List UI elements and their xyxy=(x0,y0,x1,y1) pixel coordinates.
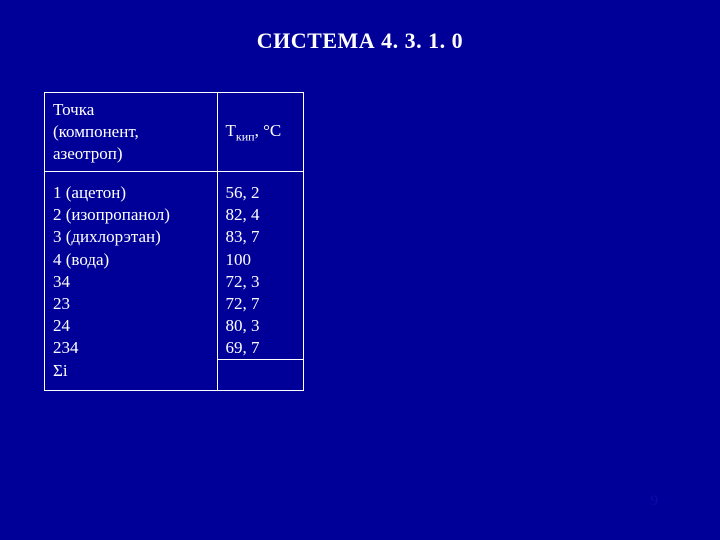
cell-point: 2 (изопропанол) xyxy=(45,204,217,226)
cell-tboil: 72, 3 xyxy=(217,271,303,293)
table-row: 4 (вода) 100 xyxy=(45,249,303,271)
table-row: 23 72, 7 xyxy=(45,293,303,315)
header-col2-prefix: Т xyxy=(226,121,236,140)
cell-sigma: Σi xyxy=(45,360,217,390)
cell-tboil: 100 xyxy=(217,249,303,271)
cell-tboil: 80, 3 xyxy=(217,315,303,337)
table-row: 24 80, 3 xyxy=(45,315,303,337)
cell-tboil: 69, 7 xyxy=(217,337,303,360)
table-row-sigma: Σi xyxy=(45,360,303,390)
cell-point: 1 (ацетон) xyxy=(45,172,217,205)
cell-point: 234 xyxy=(45,337,217,360)
table-header-row: Точка (компонент, азеотроп) Ткип, °C xyxy=(45,93,303,172)
table-row: 2 (изопропанол) 82, 4 xyxy=(45,204,303,226)
cell-sigma-val xyxy=(217,360,303,390)
data-table: Точка (компонент, азеотроп) Ткип, °C 1 (… xyxy=(44,92,304,391)
cell-point: 23 xyxy=(45,293,217,315)
cell-point: 3 (дихлорэтан) xyxy=(45,226,217,248)
cell-point: 34 xyxy=(45,271,217,293)
table-row: 234 69, 7 xyxy=(45,337,303,360)
header-col2-sub: кип xyxy=(236,129,255,143)
cell-tboil: 72, 7 xyxy=(217,293,303,315)
header-col1-line2: (компонент, xyxy=(53,121,211,143)
table-row: 1 (ацетон) 56, 2 xyxy=(45,172,303,205)
table-row: 3 (дихлорэтан) 83, 7 xyxy=(45,226,303,248)
page-title: СИСТЕМА 4. 3. 1. 0 xyxy=(0,28,720,54)
cell-tboil: 83, 7 xyxy=(217,226,303,248)
cell-point: 4 (вода) xyxy=(45,249,217,271)
cell-tboil: 82, 4 xyxy=(217,204,303,226)
cell-tboil: 56, 2 xyxy=(217,172,303,205)
page-number: 9 xyxy=(651,493,659,510)
header-col-point: Точка (компонент, азеотроп) xyxy=(45,93,217,172)
header-col2-suffix: , °C xyxy=(255,121,282,140)
cell-point: 24 xyxy=(45,315,217,337)
header-col1-line1: Точка xyxy=(53,99,211,121)
table-row: 34 72, 3 xyxy=(45,271,303,293)
header-col1-line3: азеотроп) xyxy=(53,143,211,165)
header-col-tboil: Ткип, °C xyxy=(217,93,303,172)
